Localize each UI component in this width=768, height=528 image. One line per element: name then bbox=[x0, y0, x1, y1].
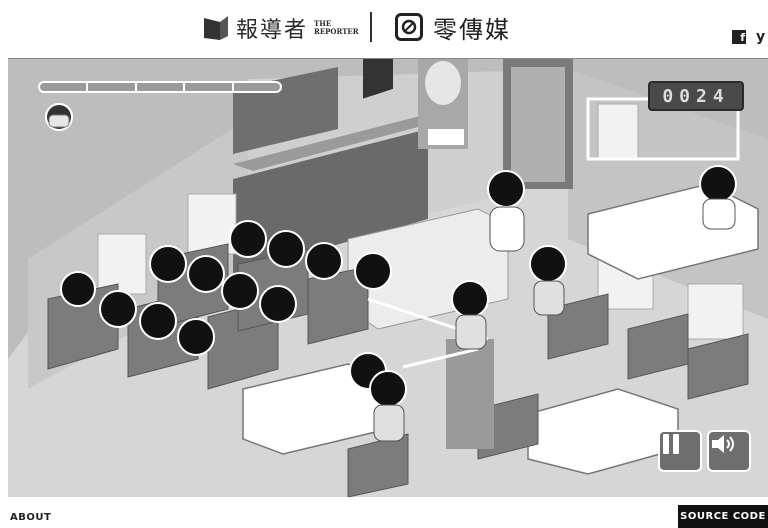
hospital-scene bbox=[8, 59, 768, 497]
progress-segment bbox=[137, 83, 186, 91]
g0v-logo-zh: 零傳媒 bbox=[433, 15, 511, 44]
g0v-mark-icon bbox=[395, 13, 423, 41]
pause-button[interactable] bbox=[658, 430, 702, 472]
source-code-button[interactable]: SOURCE CODE bbox=[678, 505, 768, 528]
game-canvas[interactable]: 0024 bbox=[8, 58, 768, 497]
masked-face-icon bbox=[45, 103, 73, 131]
reporter-logo-en-line2: REPORTER bbox=[314, 27, 359, 36]
twitter-icon[interactable]: y bbox=[756, 30, 765, 44]
health-progress-bar bbox=[38, 81, 282, 93]
reporter-logo[interactable]: 報導者 THE REPORTER bbox=[202, 12, 360, 44]
reporter-logo-en: THE REPORTER bbox=[314, 20, 360, 36]
site-header: 報導者 THE REPORTER 零傳媒 f y bbox=[0, 0, 768, 55]
progress-segment bbox=[185, 83, 234, 91]
social-links: f y bbox=[732, 30, 765, 44]
facebook-icon[interactable]: f bbox=[732, 30, 746, 44]
about-link[interactable]: ABOUT bbox=[10, 512, 51, 523]
reporter-logo-zh: 報導者 bbox=[236, 18, 309, 43]
g0v-media-logo[interactable]: 零傳媒 bbox=[395, 10, 511, 44]
progress-segment bbox=[40, 83, 89, 91]
sound-button[interactable] bbox=[707, 430, 751, 472]
progress-segment bbox=[88, 83, 137, 91]
score-counter: 0024 bbox=[648, 81, 744, 111]
sound-icon bbox=[712, 435, 734, 453]
pause-icon bbox=[663, 434, 679, 454]
logo-divider bbox=[370, 12, 372, 42]
reporter-mark-icon bbox=[204, 16, 228, 40]
progress-segment bbox=[234, 83, 280, 91]
